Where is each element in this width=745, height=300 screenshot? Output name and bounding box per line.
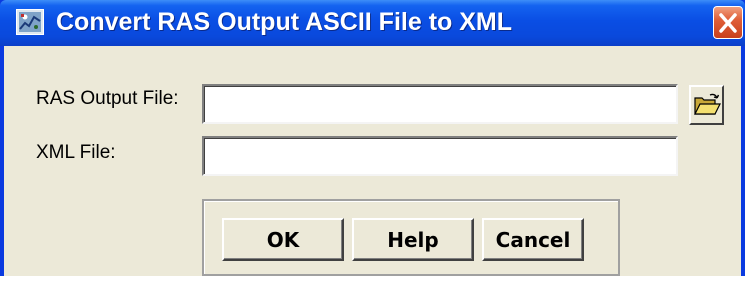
open-folder-icon <box>694 93 721 115</box>
ras-output-file-label: RAS Output File: <box>36 88 179 109</box>
ras-output-file-input[interactable] <box>202 84 678 124</box>
close-icon <box>719 13 737 33</box>
browse-button[interactable] <box>689 85 724 125</box>
dialog-window: Convert RAS Output ASCII File to XML RAS… <box>0 0 745 276</box>
ras-converter-icon[interactable] <box>16 9 44 35</box>
title-bar[interactable]: Convert RAS Output ASCII File to XML <box>0 0 745 46</box>
xml-file-input[interactable] <box>202 136 678 176</box>
close-button[interactable] <box>713 6 743 39</box>
button-group: OK Help Cancel <box>202 199 620 276</box>
ok-button[interactable]: OK <box>222 218 344 261</box>
cancel-button[interactable]: Cancel <box>482 218 584 261</box>
window-title: Convert RAS Output ASCII File to XML <box>56 8 513 36</box>
xml-file-label: XML File: <box>36 142 116 163</box>
help-button[interactable]: Help <box>352 218 474 261</box>
dialog-body: RAS Output File: XML File: OK Help Cance… <box>4 46 741 276</box>
